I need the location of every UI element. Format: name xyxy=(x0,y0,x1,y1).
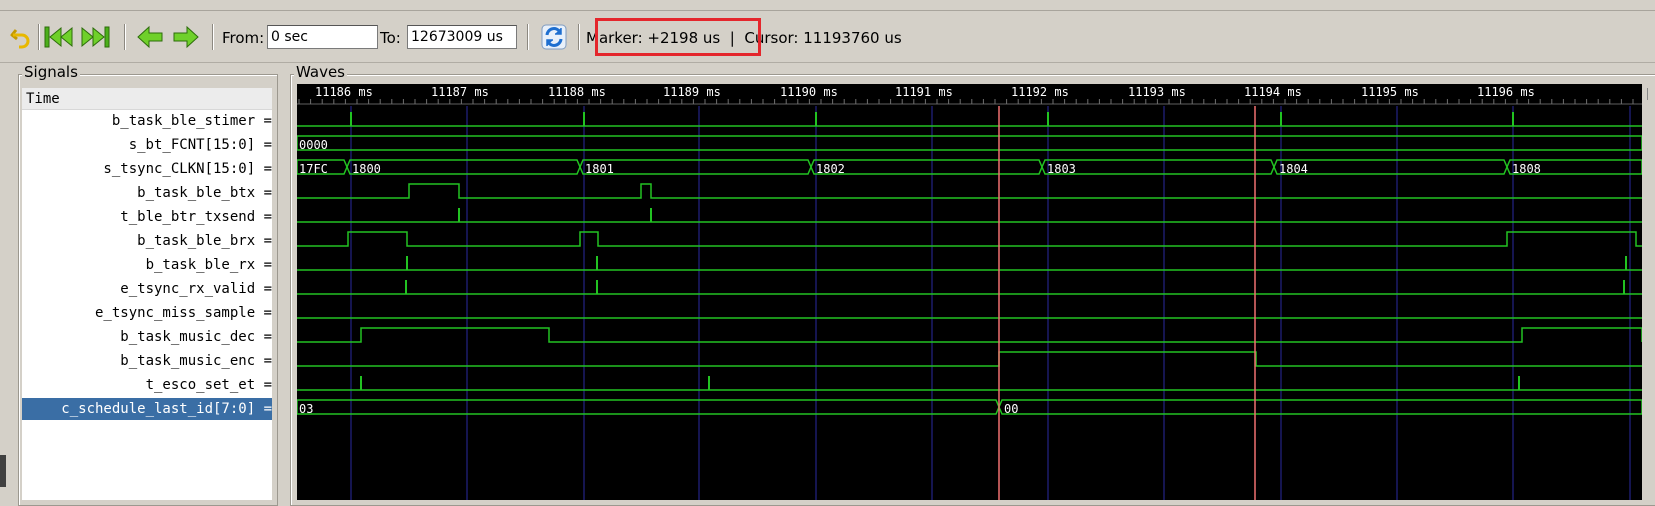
reload-icon[interactable] xyxy=(539,22,569,52)
zoom-to-end-icon[interactable] xyxy=(78,22,112,52)
waves-group-title: Waves xyxy=(294,63,347,81)
bus-segment xyxy=(1041,159,1275,175)
toolbar-separator xyxy=(124,24,126,50)
waves-canvas[interactable]: 11186 ms 11187 ms 11188 ms 11189 ms 11190 ms… xyxy=(297,84,1642,500)
signal-row[interactable]: t_ble_btr_txsend = xyxy=(22,206,272,228)
signal-trace xyxy=(297,231,1642,247)
menu-bar xyxy=(0,0,1655,11)
signal-row[interactable]: e_tsync_rx_valid = xyxy=(22,278,272,300)
bus-value-label: 0000 xyxy=(299,138,328,152)
signal-row[interactable]: b_task_ble_rx = xyxy=(22,254,272,276)
bus-value-label: 00 xyxy=(1004,402,1018,416)
time-tick-label: 11196 ms xyxy=(1477,85,1535,99)
time-tick-label: 11190 ms xyxy=(780,85,838,99)
time-tick-label: 11186 ms xyxy=(315,85,373,99)
zoom-to-start-icon[interactable] xyxy=(42,22,76,52)
time-tick-label: 11188 ms xyxy=(548,85,606,99)
bus-value-label: 1808 xyxy=(1512,162,1541,176)
shift-left-icon[interactable] xyxy=(135,22,165,52)
signal-row[interactable]: s_tsync_CLKN[15:0] = xyxy=(22,158,272,180)
to-field[interactable]: 12673009 us xyxy=(407,25,517,49)
signal-trace xyxy=(297,183,1642,199)
left-edge-strip xyxy=(0,70,14,500)
bus-segment xyxy=(1273,159,1508,175)
time-tick-label: 11189 ms xyxy=(663,85,721,99)
signals-list: Time b_task_ble_stimer = s_bt_FCNT[15:0]… xyxy=(22,88,272,500)
signal-row[interactable]: s_bt_FCNT[15:0] = xyxy=(22,134,272,156)
bus-segment xyxy=(998,399,1642,415)
from-label: From: xyxy=(222,29,265,47)
bus-value-label: 1804 xyxy=(1279,162,1308,176)
shift-right-icon[interactable] xyxy=(171,22,201,52)
signal-trace xyxy=(297,351,1642,367)
bus-segment xyxy=(579,159,812,175)
highlight-box xyxy=(595,18,761,56)
signal-row[interactable]: b_task_ble_brx = xyxy=(22,230,272,252)
time-tick-label: 11193 ms xyxy=(1128,85,1186,99)
bus-segment xyxy=(297,135,1642,151)
toolbar-separator xyxy=(212,24,214,50)
bus-value-label: 1802 xyxy=(816,162,845,176)
bus-value-label: 1803 xyxy=(1047,162,1076,176)
bus-segment xyxy=(810,159,1043,175)
left-splitter-handle[interactable] xyxy=(0,455,6,487)
time-tick-label: 11187 ms xyxy=(431,85,489,99)
undo-icon[interactable] xyxy=(8,22,36,52)
signal-row[interactable]: b_task_music_enc = xyxy=(22,350,272,372)
scroll-indicator xyxy=(1647,88,1655,100)
to-label: To: xyxy=(380,29,401,47)
toolbar: From: 0 sec To: 12673009 us Marker: +219… xyxy=(0,12,1655,63)
signal-trace xyxy=(297,327,1642,343)
bus-value-label: 17FC xyxy=(299,162,328,176)
toolbar-separator xyxy=(527,24,529,50)
signal-row[interactable]: e_tsync_miss_sample = xyxy=(22,302,272,324)
bus-segment xyxy=(346,159,581,175)
time-tick-label: 11194 ms xyxy=(1244,85,1302,99)
bus-value-label: 03 xyxy=(299,402,313,416)
bus-value-label: 1800 xyxy=(352,162,381,176)
signal-row[interactable]: b_task_ble_btx = xyxy=(22,182,272,204)
signal-row-selected[interactable]: c_schedule_last_id[7:0] = xyxy=(22,398,272,420)
signal-row[interactable]: t_esco_set_et = xyxy=(22,374,272,396)
bus-segment xyxy=(297,399,1000,415)
time-header: Time xyxy=(22,88,272,110)
time-tick-label: 11191 ms xyxy=(895,85,953,99)
time-tick-label: 11192 ms xyxy=(1011,85,1069,99)
signal-row[interactable]: b_task_ble_stimer = xyxy=(22,110,272,132)
signals-group-title: Signals xyxy=(22,63,80,81)
bus-value-label: 1801 xyxy=(585,162,614,176)
time-tick-label: 11195 ms xyxy=(1361,85,1419,99)
signal-row[interactable]: b_task_music_dec = xyxy=(22,326,272,348)
toolbar-separator xyxy=(578,24,580,50)
from-field[interactable]: 0 sec xyxy=(267,25,378,49)
toolbar-separator xyxy=(38,24,40,50)
